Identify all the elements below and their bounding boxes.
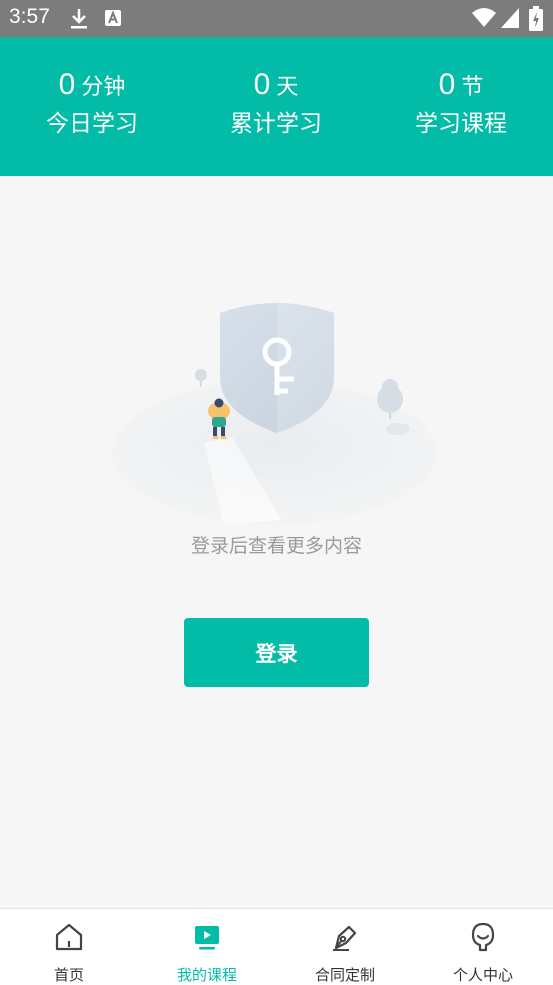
- stat-unit: 分钟: [81, 75, 126, 100]
- home-icon: [55, 923, 83, 951]
- nav-label: 个人中心: [452, 966, 513, 984]
- stat-unit: 天: [276, 75, 299, 100]
- stat-total: 0天 累计学习: [184, 68, 368, 138]
- app-a-icon: [105, 10, 121, 26]
- wifi-icon: [472, 8, 496, 27]
- status-time: 3:57: [9, 5, 50, 28]
- stat-label: 累计学习: [230, 111, 322, 137]
- nav-label: 首页: [53, 966, 84, 984]
- nav-item-my-courses[interactable]: 我的课程: [138, 909, 276, 985]
- login-button[interactable]: 登录: [184, 618, 369, 687]
- bottom-nav: 首页 我的课程 合同定制 个人中心: [0, 908, 553, 985]
- signal-icon: [501, 8, 519, 28]
- battery-charging-icon: [529, 6, 543, 31]
- download-icon: [71, 9, 87, 29]
- nav-label: 我的课程: [176, 966, 237, 984]
- play-screen-icon: [195, 926, 219, 950]
- status-bar: 3:57: [0, 0, 553, 37]
- pen-icon: [333, 925, 357, 951]
- nav-item-profile[interactable]: 个人中心: [414, 909, 552, 985]
- stat-label: 今日学习: [46, 111, 138, 137]
- nav-item-home[interactable]: 首页: [0, 909, 138, 985]
- stat-value: 0: [253, 68, 271, 101]
- nav-label: 合同定制: [314, 966, 375, 984]
- stat-value: 0: [438, 68, 456, 101]
- stat-today: 0 分钟 今日学习: [0, 68, 184, 138]
- stat-courses: 0节 学习课程: [369, 68, 553, 138]
- stats-header: 0 分钟 今日学习 0天 累计学习 0节 学习课程: [0, 37, 553, 176]
- empty-state-message: 登录后查看更多内容: [190, 535, 362, 557]
- tree-left-icon: [195, 369, 207, 387]
- person-icon: [471, 922, 495, 952]
- stat-unit: 节: [461, 75, 484, 100]
- nav-item-contract[interactable]: 合同定制: [276, 909, 414, 985]
- login-required-illustration: [112, 295, 436, 525]
- stat-label: 学习课程: [415, 111, 507, 137]
- stat-value: 0: [58, 68, 76, 101]
